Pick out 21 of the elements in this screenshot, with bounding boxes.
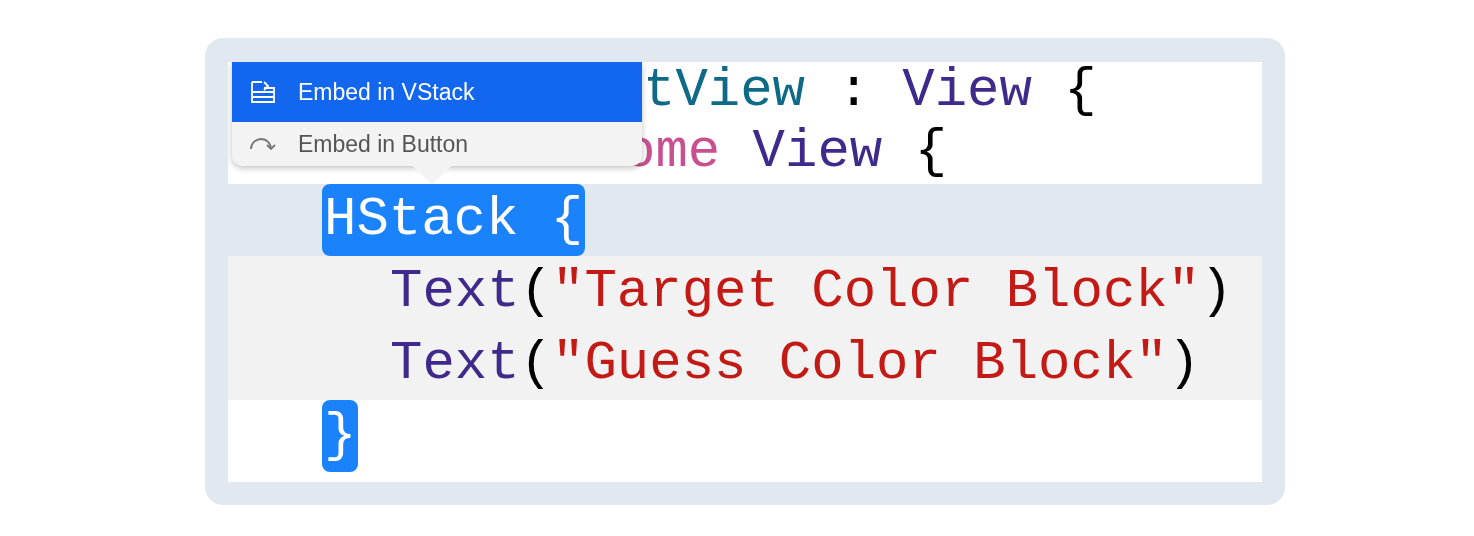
code-token: ( <box>519 260 553 324</box>
selected-code: HStack { <box>322 184 586 256</box>
menu-label: Embed in VStack <box>298 77 475 107</box>
code-token: ) <box>1200 260 1233 324</box>
code-token: "Target Color Block" <box>552 260 1201 324</box>
code-token: tView <box>643 62 806 120</box>
code-token: ( <box>519 332 553 396</box>
selected-code: } <box>322 400 359 472</box>
stack-icon <box>250 80 276 104</box>
code-token: View <box>902 62 1032 120</box>
code-token: : <box>836 62 871 120</box>
menu-label: Embed in Button <box>298 129 469 159</box>
code-token: Text <box>390 332 520 396</box>
code-token: ) <box>1167 332 1201 396</box>
code-token: { <box>1063 62 1097 120</box>
code-token: View <box>751 120 883 184</box>
button-icon <box>250 138 276 150</box>
code-token: { <box>913 120 948 184</box>
code-token: Text <box>390 260 520 324</box>
code-token: "Guess Color Block" <box>552 332 1168 396</box>
menu-item[interactable]: Embed in VStack <box>232 62 642 122</box>
